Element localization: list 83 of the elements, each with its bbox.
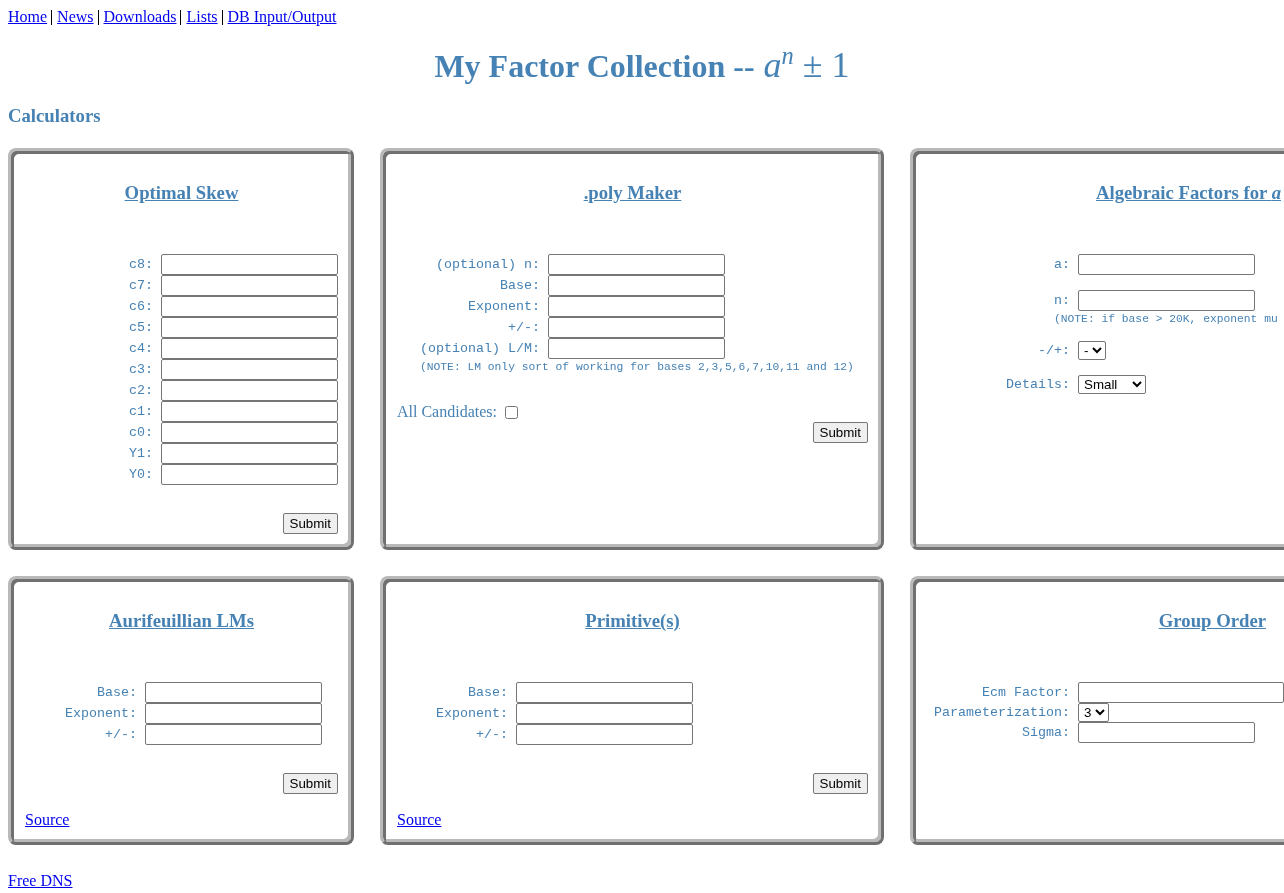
nav-link[interactable]: Downloads [103, 8, 177, 26]
input-field[interactable] [1078, 254, 1255, 275]
panel-title-link[interactable]: Aurifeuillian LMs [109, 610, 254, 631]
field-label: c4: [129, 341, 153, 356]
checkbox[interactable] [505, 405, 518, 419]
nav-link[interactable]: DB Input/Output [227, 8, 337, 26]
field-label: n: [1054, 293, 1070, 308]
field-label: c5: [129, 320, 153, 335]
field-label: c7: [129, 278, 153, 293]
panel-title-link[interactable]: .poly Maker [583, 182, 682, 203]
input-field[interactable] [516, 682, 693, 703]
field-label: Exponent: [436, 706, 508, 721]
field-label: -/+: [1038, 343, 1070, 358]
field-label: (optional) n: [436, 257, 540, 272]
input-field[interactable] [145, 724, 322, 745]
input-field[interactable] [548, 338, 725, 359]
field-label: c8: [129, 257, 153, 272]
field-label: c6: [129, 299, 153, 314]
input-field[interactable] [145, 703, 322, 724]
input-field[interactable] [161, 338, 338, 359]
field-label: Base: [500, 278, 540, 293]
field-label: Base: [97, 685, 137, 700]
panel-title-link[interactable]: Algebraic Factors for a [1095, 182, 1281, 203]
input-field[interactable] [161, 254, 338, 275]
field-label: +/-: [105, 727, 137, 742]
nav-link[interactable]: News [57, 8, 94, 26]
input-field[interactable] [161, 401, 338, 422]
field-label: Y0: [129, 467, 153, 482]
input-field[interactable] [516, 703, 693, 724]
input-field[interactable] [161, 359, 338, 380]
input-field[interactable] [548, 296, 725, 317]
footer-link[interactable]: Free DNS [8, 872, 73, 889]
field-label: c0: [129, 425, 153, 440]
field-label: Y1: [129, 446, 153, 461]
submit-button[interactable]: Submit [812, 773, 868, 794]
field-label: c2: [129, 383, 153, 398]
title-formula: a$^{n}$ ± 1 [763, 47, 850, 84]
field-label: Base: [468, 685, 508, 700]
submit-button[interactable]: Submit [282, 773, 338, 794]
input-field[interactable] [161, 443, 338, 464]
input-field[interactable] [161, 317, 338, 338]
field-label: +/-: [508, 320, 540, 335]
field-label: +/-: [476, 727, 508, 742]
input-field[interactable] [548, 254, 725, 275]
field-label: Exponent: [65, 706, 137, 721]
nav-link[interactable]: Home [8, 8, 48, 26]
input-field[interactable] [1078, 290, 1255, 311]
input-field[interactable] [161, 380, 338, 401]
dropdown[interactable]: Small [1078, 375, 1146, 394]
input-field[interactable] [161, 296, 338, 317]
field-note: (NOTE: if base > 20K, exponent mu [1054, 313, 1278, 326]
checkbox-label: All Candidates: [397, 403, 497, 421]
input-field[interactable] [1078, 722, 1255, 743]
panel-title-link[interactable]: Primitive(s) [585, 610, 680, 631]
input-field[interactable] [161, 422, 338, 443]
input-field[interactable] [161, 275, 338, 296]
input-field[interactable] [1078, 682, 1284, 703]
field-label: Parameterization: [934, 705, 1070, 720]
field-label: Sigma: [1022, 725, 1070, 740]
input-field[interactable] [161, 464, 338, 485]
input-field[interactable] [548, 275, 725, 296]
input-field[interactable] [145, 682, 322, 703]
field-label: Details: [1006, 377, 1070, 392]
panel-title-link[interactable]: Group Order [1158, 610, 1266, 631]
submit-button[interactable]: Submit [282, 513, 338, 534]
input-field[interactable] [516, 724, 693, 745]
dropdown[interactable]: 3 [1078, 703, 1109, 722]
field-note: (NOTE: LM only sort of working for bases 2,3,5,6,7,10,11 and 12) [420, 361, 854, 374]
field-label: Exponent: [468, 299, 540, 314]
field-label: Ecm Factor: [982, 685, 1070, 700]
section-heading: Calculators [8, 105, 101, 126]
source-link[interactable]: Source [25, 811, 70, 829]
source-link[interactable]: Source [397, 811, 442, 829]
field-label: c1: [129, 404, 153, 419]
field-label: c3: [129, 362, 153, 377]
field-label: a: [1054, 257, 1070, 272]
dropdown[interactable]: - [1078, 341, 1106, 360]
field-label: (optional) L/M: [420, 341, 540, 356]
page-title: My Factor Collection -- [434, 48, 755, 85]
nav-link[interactable]: Lists [186, 8, 218, 26]
input-field[interactable] [548, 317, 725, 338]
submit-button[interactable]: Submit [812, 422, 868, 443]
panel-title-link[interactable]: Optimal Skew [124, 182, 239, 203]
